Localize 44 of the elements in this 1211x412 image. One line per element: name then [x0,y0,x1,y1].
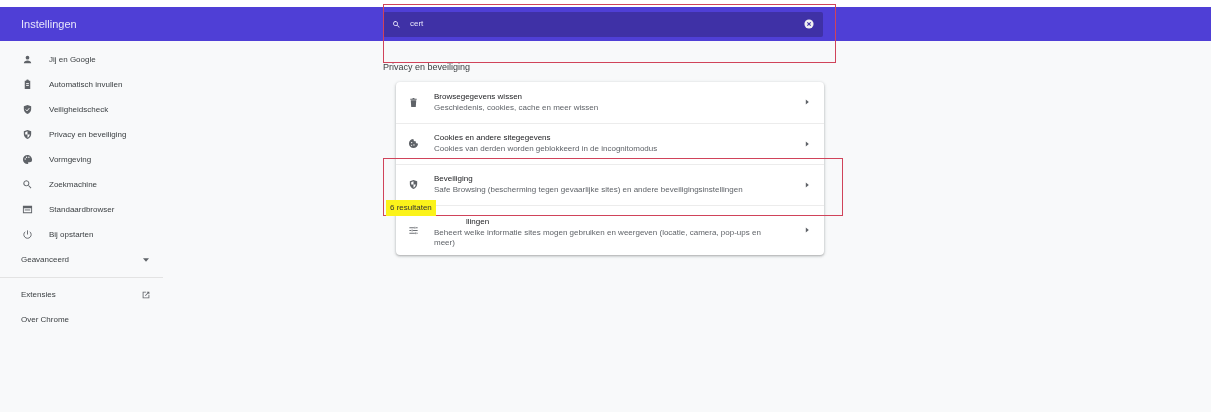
chevron-icon[interactable] [804,227,810,234]
row-title[interactable]: llingen [434,215,774,228]
page-title: Instellingen [20,16,78,32]
row-subtitle: Safe Browsing (bescherming tegen gevaarlijke sites) en andere beveiligingsinstellingen [434,185,744,196]
sidebar-item[interactable]: Vormgeving [49,153,92,166]
shield-icon [22,129,33,140]
row-subtitle: Cookies van derden worden geblokkeerd in de incognitomodus [434,144,659,155]
caret-icon[interactable] [143,257,149,262]
search-field[interactable]: cert [383,11,823,37]
sidebar-item[interactable]: Standaardbrowser [49,203,115,216]
section-title: Privacy en beveiliging [383,61,472,74]
power-icon [22,229,33,240]
clipboard-icon [22,79,33,90]
row-subtitle: Beheert welke informatie sites mogen gebruiken en weergeven (locatie, camera, pop-ups en meer) [434,227,762,250]
sidebar-item[interactable]: Bij opstarten [49,228,94,241]
sidebar-link[interactable]: Extensies [21,288,56,301]
results-tooltip: 6 resultaten [386,199,436,216]
browser-window-icon [22,204,33,215]
chevron-icon[interactable] [804,99,810,105]
sliders-icon [408,224,419,236]
trash-icon [408,96,419,108]
sidebar-link[interactable]: Over Chrome [21,313,69,326]
row-subtitle: Geschiedenis, cookies, cache en meer wissen [434,102,600,114]
shield-check-icon [22,104,33,115]
sidebar-item[interactable]: Jij en Google [49,53,96,66]
row-title[interactable]: Cookies en andere sitegegevens [434,132,774,145]
row-title[interactable]: Beveiliging [434,173,774,186]
sidebar-item[interactable]: Veiligheidscheck [49,103,109,116]
person-icon [22,54,33,65]
row-title[interactable]: Browsegegevens wissen [434,90,774,103]
chevron-icon[interactable] [804,181,810,188]
chevron-icon[interactable] [804,140,810,147]
search-icon [392,19,401,29]
shield-icon [408,179,419,190]
cookie-icon [408,138,419,149]
external-link-icon[interactable] [141,289,151,300]
clear-icon[interactable] [804,19,814,29]
sidebar-item[interactable]: Automatisch invullen [49,78,123,91]
sidebar-item[interactable]: Privacy en beveiliging [49,128,127,141]
sidebar-item[interactable]: Geavanceerd [21,253,70,266]
palette-icon [22,154,33,165]
sidebar-item[interactable]: Zoekmachine [49,178,98,191]
search-input[interactable]: cert [410,18,795,30]
search-icon [22,179,33,190]
